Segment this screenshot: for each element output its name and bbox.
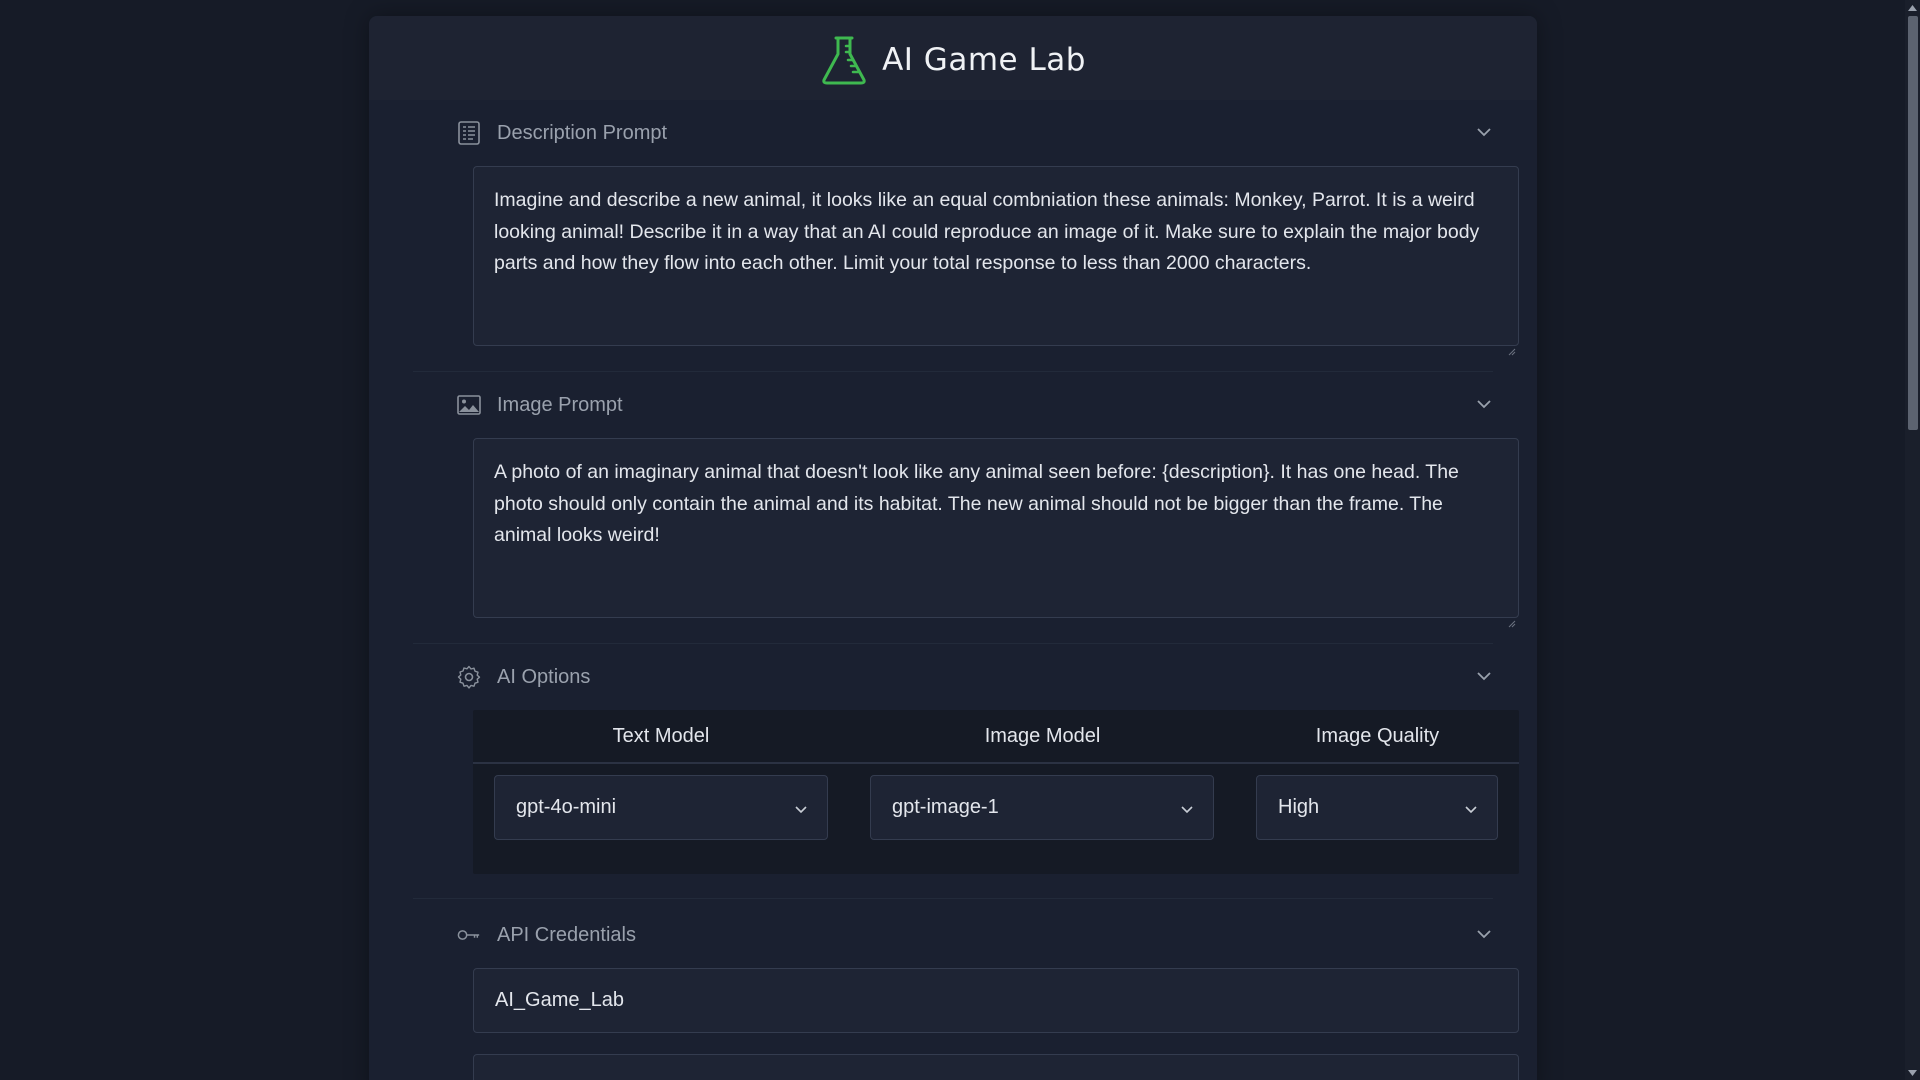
chevron-down-icon bbox=[1179, 800, 1195, 816]
section-title: Image Prompt bbox=[497, 393, 623, 416]
gear-icon bbox=[457, 665, 481, 689]
textarea-value: A photo of an imaginary animal that does… bbox=[494, 461, 1459, 546]
description-prompt-textarea[interactable]: Imagine and describe a new animal, it lo… bbox=[473, 166, 1519, 356]
chevron-down-icon[interactable] bbox=[1475, 667, 1493, 685]
select-value: High bbox=[1278, 796, 1320, 818]
ai-options-header[interactable]: AI Options bbox=[413, 644, 1493, 710]
image-prompt-textarea[interactable]: A photo of an imaginary animal that does… bbox=[473, 438, 1519, 628]
project-name-input[interactable]: AI_Game_Lab bbox=[473, 968, 1519, 1033]
select-value: gpt-image-1 bbox=[892, 796, 999, 818]
chevron-down-icon[interactable] bbox=[1475, 925, 1493, 943]
main-card: AI Game Lab Description Prompt Imagine a… bbox=[369, 16, 1537, 1080]
input-value: AI_Game_Lab bbox=[495, 989, 624, 1011]
image-model-select[interactable]: gpt-image-1 bbox=[870, 775, 1214, 840]
app-header: AI Game Lab bbox=[369, 16, 1537, 100]
scrollbar-thumb[interactable] bbox=[1908, 16, 1918, 430]
vertical-scrollbar[interactable] bbox=[1905, 0, 1920, 1080]
image-icon bbox=[457, 393, 481, 417]
ai-options-section: AI Options Text Model Image Model Image … bbox=[413, 644, 1519, 899]
page: AI Game Lab Description Prompt Imagine a… bbox=[0, 0, 1905, 1080]
resize-grip-icon[interactable] bbox=[1508, 335, 1516, 356]
textarea-value: Imagine and describe a new animal, it lo… bbox=[494, 189, 1480, 274]
api-credentials-header[interactable]: API Credentials bbox=[413, 902, 1493, 968]
resize-grip-icon[interactable] bbox=[1508, 607, 1516, 628]
scroll-down-arrow-icon[interactable] bbox=[1905, 1065, 1920, 1080]
column-header-image-model: Image Model bbox=[984, 724, 1101, 747]
document-list-icon bbox=[457, 121, 481, 145]
select-value: gpt-4o-mini bbox=[516, 796, 617, 818]
ai-options-table: Text Model Image Model Image Quality gpt… bbox=[473, 710, 1519, 874]
section-title: AI Options bbox=[497, 665, 591, 688]
chevron-down-icon bbox=[1463, 800, 1479, 816]
key-icon bbox=[457, 923, 481, 947]
chevron-down-icon[interactable] bbox=[1475, 123, 1493, 141]
ai-options-row: gpt-4o-mini gpt-image-1 High bbox=[473, 764, 1519, 874]
chevron-down-icon bbox=[793, 800, 809, 816]
ai-options-header-row: Text Model Image Model Image Quality bbox=[473, 710, 1519, 764]
image-prompt-header[interactable]: Image Prompt bbox=[413, 372, 1493, 438]
api-credentials-section: API Credentials AI_Game_Lab bbox=[413, 902, 1519, 1080]
image-prompt-section: Image Prompt A photo of an imaginary ani… bbox=[413, 372, 1519, 644]
api-key-input[interactable] bbox=[473, 1054, 1519, 1080]
section-title: Description Prompt bbox=[497, 121, 668, 144]
chevron-down-icon[interactable] bbox=[1475, 395, 1493, 413]
text-model-select[interactable]: gpt-4o-mini bbox=[494, 775, 828, 840]
scroll-up-arrow-icon[interactable] bbox=[1905, 0, 1920, 15]
flask-icon bbox=[820, 35, 868, 85]
column-header-text-model: Text Model bbox=[612, 724, 710, 747]
column-header-image-quality: Image Quality bbox=[1315, 724, 1440, 747]
app-title: AI Game Lab bbox=[882, 42, 1086, 78]
image-quality-select[interactable]: High bbox=[1256, 775, 1498, 840]
description-prompt-section: Description Prompt Imagine and describe … bbox=[413, 100, 1519, 372]
description-prompt-header[interactable]: Description Prompt bbox=[413, 100, 1493, 166]
section-title: API Credentials bbox=[497, 923, 636, 946]
